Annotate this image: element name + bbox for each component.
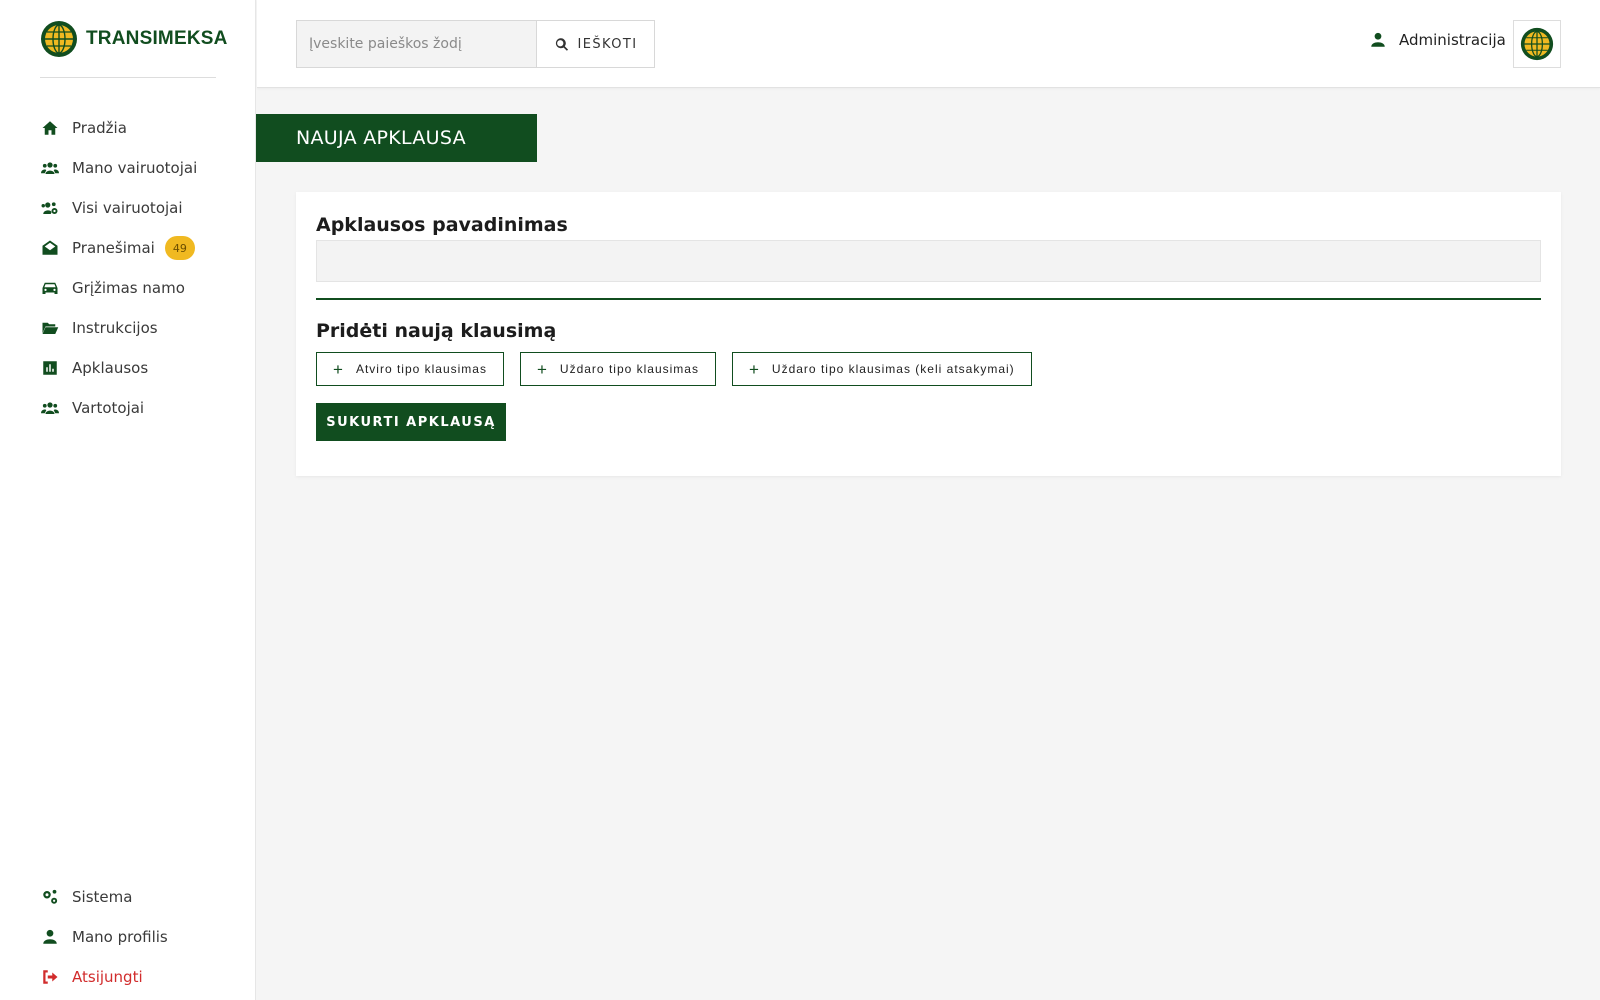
sidebar-item-sistema[interactable]: Sistema xyxy=(40,877,168,917)
sidebar-item-label: Atsijungti xyxy=(72,968,143,986)
sidebar-item-mano-profilis[interactable]: Mano profilis xyxy=(40,917,168,957)
notification-count-badge: 49 xyxy=(164,236,195,260)
envelope-open-icon xyxy=(40,238,60,258)
sidebar-item-label: Visi vairuotojai xyxy=(72,199,183,217)
sidebar-item-label: Instrukcijos xyxy=(72,319,158,337)
sidebar-item-label: Pradžia xyxy=(72,119,127,137)
sidebar-item-label: Mano profilis xyxy=(72,928,168,946)
brand-name: TRANSIMEKSA xyxy=(86,28,228,49)
sidebar-item-instrukcijos[interactable]: Instrukcijos xyxy=(40,308,197,348)
sidebar-item-label: Grįžimas namo xyxy=(72,279,185,297)
search-button-label: IEŠKOTI xyxy=(577,36,638,52)
avatar[interactable] xyxy=(1513,20,1561,68)
add-closed-question-button[interactable]: + Uždaro tipo klausimas xyxy=(519,352,716,386)
folder-open-icon xyxy=(40,318,60,338)
button-label: Uždaro tipo klausimas xyxy=(559,362,699,376)
sidebar: TRANSIMEKSA Pradžia Mano vairuotojai Vis… xyxy=(0,0,256,1000)
survey-form-card: Apklausos pavadinimas Pridėti naują klau… xyxy=(296,192,1561,476)
sidebar-item-label: Apklausos xyxy=(72,359,149,377)
globe-logo-icon xyxy=(41,21,77,57)
button-label: Atviro tipo klausimas xyxy=(355,362,487,376)
question-type-buttons: + Atviro tipo klausimas + Uždaro tipo kl… xyxy=(316,352,1048,386)
sidebar-item-vartotojai[interactable]: Vartotojai xyxy=(40,388,197,428)
survey-title-input[interactable] xyxy=(316,240,1541,282)
users-cog-icon xyxy=(40,198,60,218)
add-open-question-button[interactable]: + Atviro tipo klausimas xyxy=(316,352,504,386)
sidebar-item-label: Mano vairuotojai xyxy=(72,159,198,177)
search-icon xyxy=(555,37,568,51)
sidebar-bottom-nav: Sistema Mano profilis Atsijungti xyxy=(40,877,168,997)
sidebar-item-label: Vartotojai xyxy=(72,399,145,417)
sidebar-item-mano-vairuotojai[interactable]: Mano vairuotojai xyxy=(40,148,197,188)
user-icon xyxy=(40,927,60,947)
logo-divider xyxy=(40,77,216,78)
sidebar-item-pranesimai[interactable]: Pranešimai 49 xyxy=(40,228,197,268)
add-question-heading: Pridėti naują klausimą xyxy=(316,320,557,342)
plus-icon: + xyxy=(748,359,760,379)
page-title: NAUJA APKLAUSA xyxy=(256,114,537,162)
search-bar: IEŠKOTI xyxy=(296,20,655,68)
sidebar-item-visi-vairuotojai[interactable]: Visi vairuotojai xyxy=(40,188,197,228)
survey-title-label: Apklausos pavadinimas xyxy=(316,214,568,236)
plus-icon: + xyxy=(536,359,548,379)
top-bar: IEŠKOTI Administracija xyxy=(257,0,1600,88)
globe-logo-icon xyxy=(1520,27,1554,61)
sidebar-item-label: Sistema xyxy=(72,888,133,906)
user-icon xyxy=(1371,32,1385,47)
sidebar-item-atsijungti[interactable]: Atsijungti xyxy=(40,957,168,997)
sidebar-item-pradzia[interactable]: Pradžia xyxy=(40,108,197,148)
users-icon xyxy=(40,158,60,178)
home-icon xyxy=(40,118,60,138)
sidebar-nav: Pradžia Mano vairuotojai Visi vairuotoja… xyxy=(40,108,197,428)
poll-icon xyxy=(40,358,60,378)
sidebar-item-grizimas-namo[interactable]: Grįžimas namo xyxy=(40,268,197,308)
button-label: Uždaro tipo klausimas (keli atsakymai) xyxy=(771,362,1015,376)
admin-link[interactable]: Administracija xyxy=(1369,31,1506,49)
cogs-icon xyxy=(40,887,60,907)
create-survey-button[interactable]: SUKURTI APKLAUSĄ xyxy=(316,403,506,441)
sidebar-item-apklausos[interactable]: Apklausos xyxy=(40,348,197,388)
plus-icon: + xyxy=(333,359,344,379)
search-input[interactable] xyxy=(296,20,536,68)
add-multi-answer-question-button[interactable]: + Uždaro tipo klausimas (keli atsakymai) xyxy=(731,352,1032,386)
brand-logo[interactable]: TRANSIMEKSA xyxy=(40,20,228,58)
admin-label: Administracija xyxy=(1399,31,1506,49)
sign-out-icon xyxy=(40,967,60,987)
car-icon xyxy=(40,278,60,298)
users-icon xyxy=(40,398,60,418)
search-button[interactable]: IEŠKOTI xyxy=(536,20,655,68)
section-divider xyxy=(316,298,1541,300)
sidebar-item-label: Pranešimai xyxy=(72,239,155,257)
